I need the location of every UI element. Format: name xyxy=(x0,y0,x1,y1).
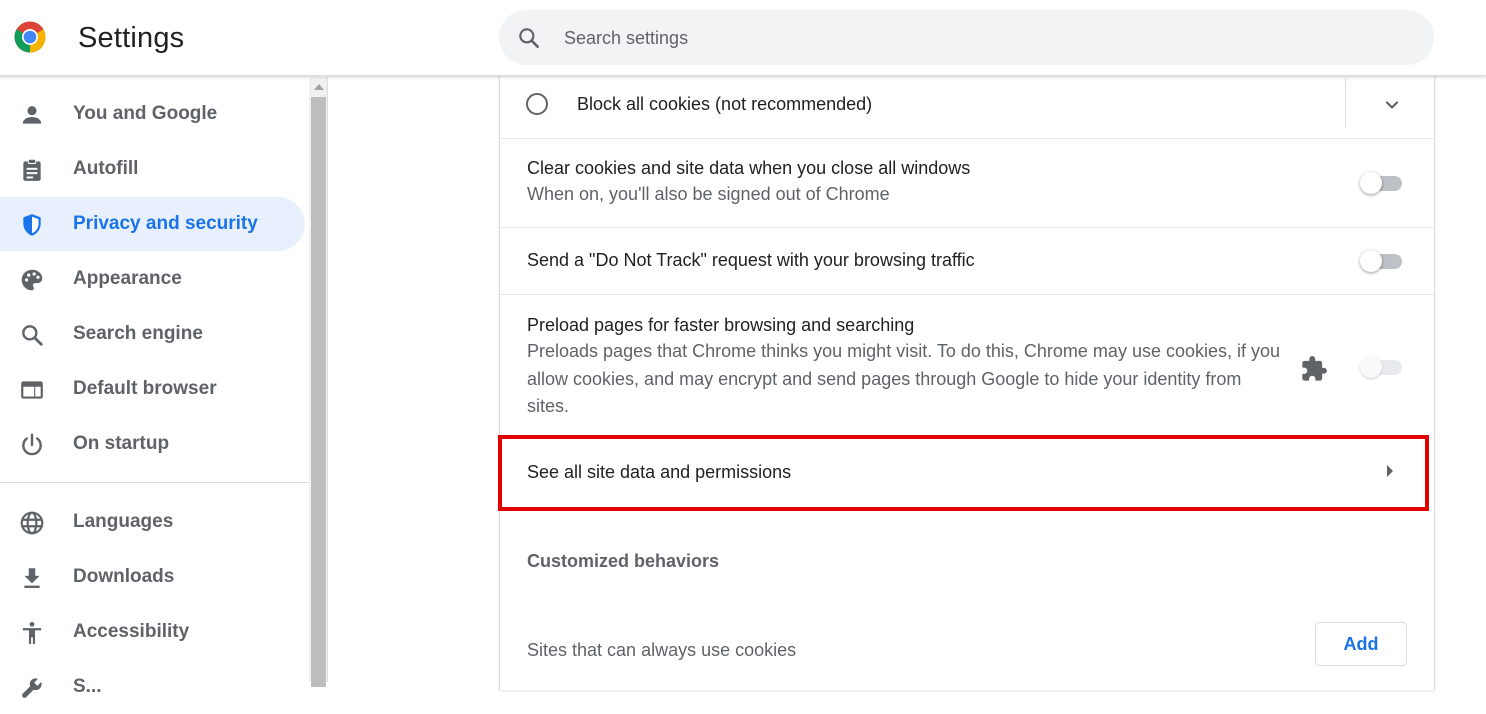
sidebar-item-label: Default browser xyxy=(73,378,217,399)
sidebar-scroll-thumb[interactable] xyxy=(311,97,326,687)
wrench-icon xyxy=(22,678,42,698)
sidebar-item-appearance[interactable]: Appearance xyxy=(0,252,305,306)
chevron-down-icon[interactable] xyxy=(1380,93,1404,117)
toggle-knob xyxy=(1360,172,1382,194)
block-all-cookies-label: Block all cookies (not recommended) xyxy=(577,94,873,114)
browser-window-icon xyxy=(21,381,43,399)
sidebar-item-search-engine[interactable]: Search engine xyxy=(0,307,305,361)
sidebar-item-label: Privacy and security xyxy=(73,213,258,234)
preload-pages-toggle[interactable] xyxy=(1360,355,1404,379)
globe-icon xyxy=(20,511,44,535)
preload-pages-title: Preload pages for faster browsing and se… xyxy=(527,315,915,335)
arrow-right-icon[interactable] xyxy=(1387,465,1393,477)
clipboard-icon xyxy=(23,158,41,181)
sidebar-item-label: S... xyxy=(73,676,102,697)
search-input[interactable] xyxy=(562,22,1402,54)
sidebar-item-default-browser[interactable]: Default browser xyxy=(0,362,305,416)
sidebar-nav: You and Google Autofill Privacy and secu… xyxy=(0,77,309,698)
download-icon xyxy=(24,568,40,588)
sidebar-divider xyxy=(0,482,309,483)
sidebar-item-label: Accessibility xyxy=(73,621,190,642)
app-header: Settings xyxy=(0,0,1486,76)
toggle-knob xyxy=(1360,250,1382,272)
sidebar-item-autofill[interactable]: Autofill xyxy=(0,142,305,196)
clear-cookies-toggle[interactable] xyxy=(1360,171,1404,195)
preload-pages-row: Preload pages for faster browsing and se… xyxy=(500,295,1434,434)
sidebar-item-label: Autofill xyxy=(73,158,139,179)
chrome-logo-icon xyxy=(14,21,46,53)
sidebar-item-label: Search engine xyxy=(73,323,203,344)
sidebar-item-system[interactable]: S... xyxy=(0,660,305,714)
sidebar-item-downloads[interactable]: Downloads xyxy=(0,550,305,604)
power-icon xyxy=(22,433,42,456)
sidebar-item-you-and-google[interactable]: You and Google xyxy=(0,87,305,141)
clear-cookies-on-close-row[interactable]: Clear cookies and site data when you clo… xyxy=(500,139,1434,228)
accessibility-icon xyxy=(22,621,42,644)
scroll-up-arrow-icon[interactable] xyxy=(314,84,324,90)
see-all-site-data-title: See all site data and permissions xyxy=(527,462,792,482)
always-use-cookies-label: Sites that can always use cookies xyxy=(527,640,797,660)
page-title: Settings xyxy=(78,22,185,54)
sidebar-item-label: Appearance xyxy=(73,268,182,289)
shield-icon xyxy=(23,214,41,236)
do-not-track-title: Send a "Do Not Track" request with your … xyxy=(527,250,975,270)
search-icon[interactable] xyxy=(516,25,542,51)
sidebar-item-label: Languages xyxy=(73,511,174,532)
sidebar-item-on-startup[interactable]: On startup xyxy=(0,417,305,471)
see-all-site-data-row[interactable]: See all site data and permissions xyxy=(500,434,1434,514)
clear-cookies-subtitle: When on, you'll also be signed out of Ch… xyxy=(527,184,890,204)
palette-icon xyxy=(21,269,43,291)
row-separator xyxy=(1345,78,1346,128)
sidebar-item-privacy-and-security[interactable]: Privacy and security xyxy=(0,197,305,251)
do-not-track-toggle[interactable] xyxy=(1360,249,1404,273)
sidebar-scrollbar[interactable] xyxy=(309,77,328,687)
block-all-cookies-radio[interactable] xyxy=(526,93,548,115)
block-all-cookies-row[interactable]: Block all cookies (not recommended) xyxy=(500,70,1434,139)
clear-cookies-title: Clear cookies and site data when you clo… xyxy=(527,158,971,178)
cookies-settings-card: Block all cookies (not recommended) Clea… xyxy=(499,70,1435,690)
sidebar-item-label: On startup xyxy=(73,433,170,454)
customized-behaviors-heading: Customized behaviors xyxy=(527,551,720,571)
sidebar-item-label: Downloads xyxy=(73,566,175,587)
person-icon xyxy=(22,106,42,124)
preload-pages-subtitle: Preloads pages that Chrome thinks you mi… xyxy=(527,341,1281,416)
puzzle-piece-icon[interactable] xyxy=(1300,355,1328,383)
search-icon xyxy=(22,325,43,346)
sidebar-item-languages[interactable]: Languages xyxy=(0,495,305,549)
do-not-track-row[interactable]: Send a "Do Not Track" request with your … xyxy=(500,228,1434,295)
toggle-knob xyxy=(1360,356,1382,378)
sidebar-item-label: You and Google xyxy=(73,103,218,124)
add-site-button[interactable]: Add xyxy=(1315,622,1407,666)
sidebar-item-accessibility[interactable]: Accessibility xyxy=(0,605,305,659)
